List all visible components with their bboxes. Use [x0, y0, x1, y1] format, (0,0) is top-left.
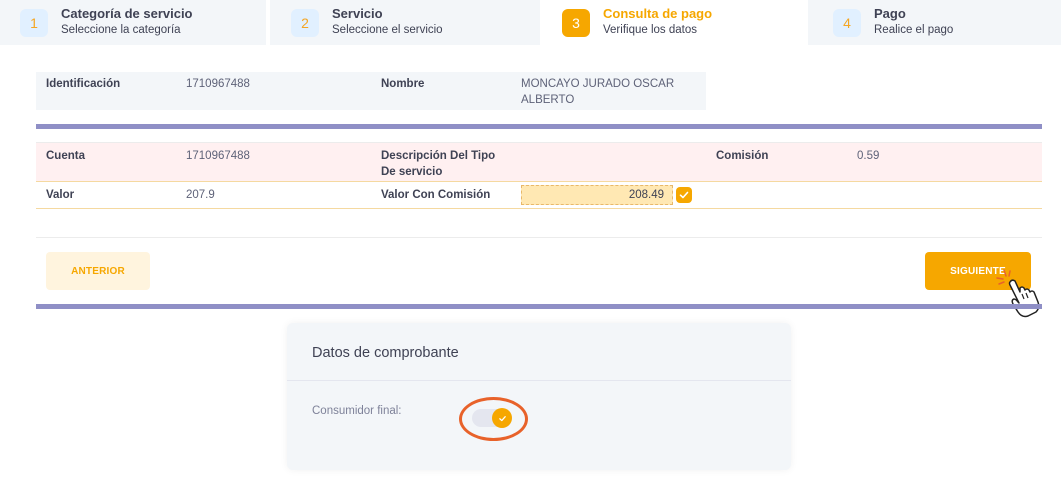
- stepper: 1 Categoría de servicio Seleccione la ca…: [0, 0, 1061, 45]
- step-3[interactable]: 3 Consulta de pago Verifique los datos: [540, 0, 808, 45]
- total-value-field[interactable]: 208.49: [521, 185, 673, 205]
- step-number: 2: [291, 9, 319, 37]
- final-consumer-label: Consumidor final:: [312, 405, 402, 417]
- step-subtitle: Seleccione la categoría: [61, 24, 181, 36]
- account-value: 1710967488: [186, 150, 250, 162]
- highlight-ring: [459, 397, 528, 441]
- step-number: 4: [833, 9, 861, 37]
- name-value-line2: ALBERTO: [521, 94, 575, 106]
- step-title: Servicio: [332, 6, 383, 21]
- step-subtitle: Seleccione el servicio: [332, 24, 443, 36]
- section-divider: [36, 304, 1042, 309]
- previous-button[interactable]: ANTERIOR: [46, 252, 150, 290]
- row-separator: [36, 208, 1042, 209]
- total-label: Valor Con Comisión: [381, 189, 491, 201]
- step-2[interactable]: 2 Servicio Seleccione el servicio: [270, 0, 540, 45]
- description-label-line2: De servicio: [381, 166, 443, 178]
- commission-value: 0.59: [857, 150, 880, 162]
- step-title: Pago: [874, 6, 906, 21]
- step-4[interactable]: 4 Pago Realice el pago: [808, 0, 1061, 45]
- name-value-line1: MONCAYO JURADO OSCAR: [521, 78, 675, 90]
- row-separator: [36, 181, 1042, 182]
- name-label: Nombre: [381, 78, 425, 90]
- step-subtitle: Verifique los datos: [603, 24, 697, 36]
- id-label: Identificación: [46, 78, 121, 90]
- step-title: Categoría de servicio: [61, 6, 193, 21]
- step-title: Consulta de pago: [603, 6, 713, 21]
- account-label: Cuenta: [46, 150, 85, 162]
- value-label: Valor: [46, 189, 75, 201]
- check-icon: [676, 187, 692, 203]
- step-number: 1: [20, 9, 48, 37]
- card-header: Datos de comprobante: [287, 323, 791, 381]
- step-subtitle: Realice el pago: [874, 24, 954, 36]
- step-1[interactable]: 1 Categoría de servicio Seleccione la ca…: [0, 0, 266, 45]
- description-label-line1: Descripción Del Tipo: [381, 150, 496, 162]
- voucher-card: Datos de comprobante Consumidor final:: [287, 323, 791, 470]
- section-divider: [36, 124, 1042, 129]
- id-value: 1710967488: [186, 78, 250, 90]
- value-value: 207.9: [186, 189, 215, 201]
- step-number: 3: [562, 9, 590, 37]
- hand-cursor-icon: [996, 268, 1046, 325]
- card-title: Datos de comprobante: [312, 345, 459, 361]
- commission-label: Comisión: [716, 150, 769, 162]
- section-separator: [36, 237, 1042, 238]
